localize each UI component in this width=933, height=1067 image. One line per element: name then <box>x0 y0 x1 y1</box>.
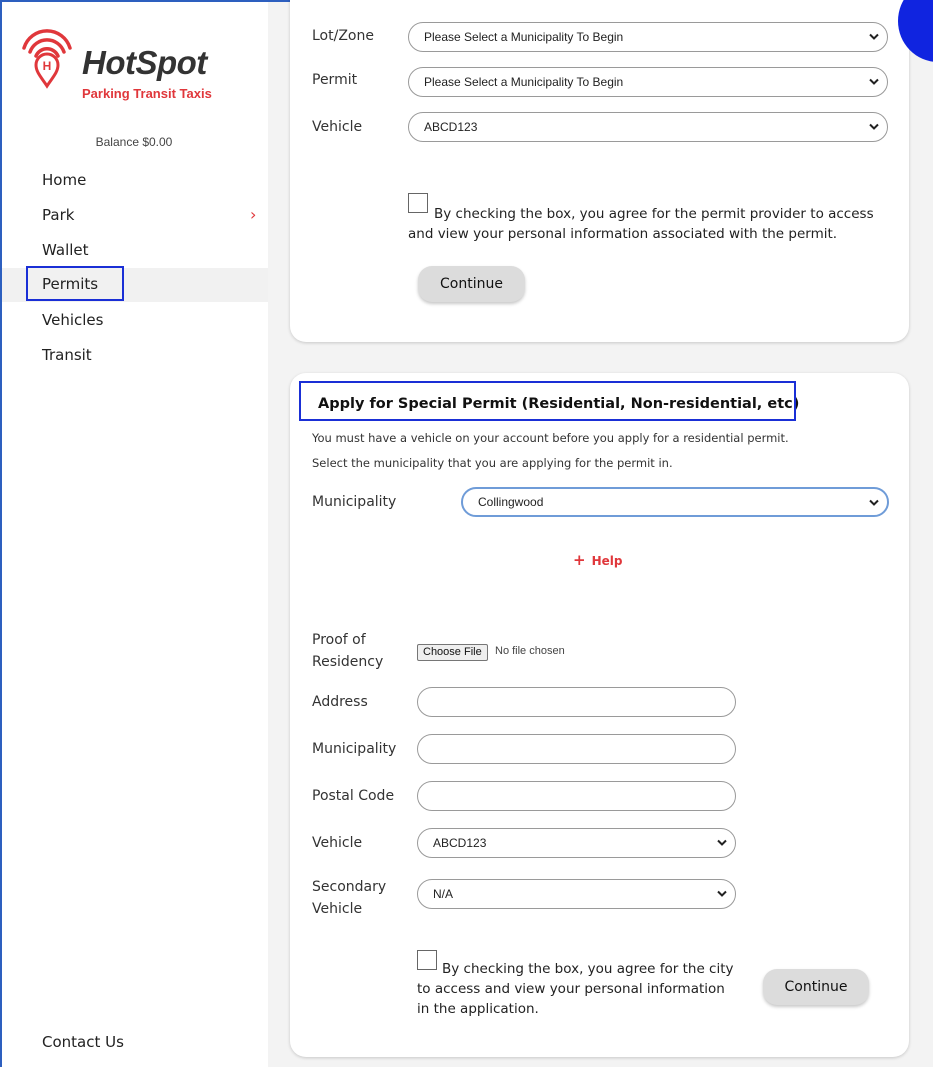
help-toggle[interactable]: + Help <box>573 551 622 569</box>
lot-zone-label: Lot/Zone <box>312 28 374 44</box>
sidebar-item-home[interactable]: Home <box>2 164 268 198</box>
sidebar-item-wallet[interactable]: Wallet <box>2 234 268 268</box>
chevron-down-icon <box>869 33 879 40</box>
hotspot-pin-icon: H <box>22 29 72 89</box>
sidebar-item-label: Vehicles <box>42 311 104 329</box>
secondary-vehicle-label: Secondary Vehicle <box>312 879 387 917</box>
sidebar-item-vehicles[interactable]: Vehicles <box>2 304 268 338</box>
chevron-down-icon <box>869 78 879 85</box>
lot-zone-select[interactable]: Please Select a Municipality To Begin <box>408 22 888 52</box>
chevron-down-icon <box>869 499 879 506</box>
svg-text:H: H <box>43 59 52 73</box>
heading-highlight-box <box>299 381 796 421</box>
secondary-vehicle-value: N/A <box>433 887 454 901</box>
file-status: No file chosen <box>495 645 565 657</box>
postal-code-label: Postal Code <box>312 788 395 804</box>
permits-highlight-box <box>26 266 124 301</box>
sidebar-item-transit[interactable]: Transit <box>2 339 268 373</box>
brand-tagline: Parking Transit Taxis <box>82 86 212 101</box>
sidebar: H HotSpot Parking Transit Taxis Balance … <box>2 2 268 1067</box>
secondary-vehicle-select[interactable]: N/A <box>417 879 736 909</box>
vehicle-requirement-note: You must have a vehicle on your account … <box>312 431 789 445</box>
help-label: Help <box>591 554 623 568</box>
permit-select[interactable]: Please Select a Municipality To Begin <box>408 67 888 97</box>
contact-us-link[interactable]: Contact Us <box>42 1033 124 1051</box>
municipality-value: Collingwood <box>478 495 544 509</box>
choose-file-button[interactable]: Choose File <box>417 644 488 661</box>
municipality-label: Municipality <box>312 494 397 510</box>
plus-icon: + <box>573 551 586 569</box>
municipality-select[interactable]: Collingwood <box>461 487 889 517</box>
account-balance: Balance $0.00 <box>95 135 173 149</box>
hotspot-logo[interactable]: H HotSpot Parking Transit Taxis <box>20 26 250 106</box>
city-agree-text: By checking the box, you agree for the c… <box>417 961 734 1017</box>
special-vehicle-value: ABCD123 <box>433 836 487 850</box>
proof-of-residency-label: Proof of Residency <box>312 632 384 670</box>
sidebar-item-label: Home <box>42 171 87 189</box>
special-vehicle-label: Vehicle <box>312 835 363 851</box>
municipality-input[interactable] <box>417 734 736 764</box>
address-label: Address <box>312 694 368 710</box>
chevron-right-icon: › <box>250 205 257 224</box>
municipality-field-label: Municipality <box>312 741 397 757</box>
brand-name: HotSpot <box>82 44 207 81</box>
lot-zone-value: Please Select a Municipality To Begin <box>424 30 624 44</box>
permit-agree-text: By checking the box, you agree for the p… <box>408 206 874 242</box>
sidebar-item-park[interactable]: Park › <box>2 199 268 233</box>
chevron-down-icon <box>717 839 727 846</box>
sidebar-item-label: Park <box>42 206 75 224</box>
chevron-down-icon <box>717 890 727 897</box>
sidebar-item-label: Wallet <box>42 241 89 259</box>
municipality-instruction-note: Select the municipality that you are app… <box>312 456 673 470</box>
special-permit-continue-button[interactable]: Continue <box>763 969 869 1005</box>
address-input[interactable] <box>417 687 736 717</box>
vehicle-label: Vehicle <box>312 119 363 135</box>
vehicle-select[interactable]: ABCD123 <box>408 112 888 142</box>
chevron-down-icon <box>869 123 879 130</box>
permit-label: Permit <box>312 72 358 88</box>
permit-value: Please Select a Municipality To Begin <box>424 75 624 89</box>
permit-continue-button[interactable]: Continue <box>418 266 525 302</box>
postal-code-input[interactable] <box>417 781 736 811</box>
special-vehicle-select[interactable]: ABCD123 <box>417 828 736 858</box>
sidebar-item-label: Transit <box>42 346 92 364</box>
vehicle-value: ABCD123 <box>424 120 478 134</box>
